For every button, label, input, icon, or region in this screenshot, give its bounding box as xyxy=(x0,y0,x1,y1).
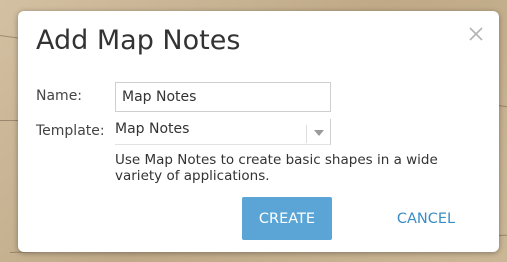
map-road-line xyxy=(0,120,20,121)
create-button[interactable]: CREATE xyxy=(242,197,332,240)
template-select[interactable]: Map Notes xyxy=(115,119,331,145)
dialog-title: Add Map Notes xyxy=(36,25,241,56)
template-select-value: Map Notes xyxy=(115,121,190,137)
cancel-button[interactable]: CANCEL xyxy=(380,197,472,240)
template-label: Template: xyxy=(36,123,105,139)
chevron-down-icon xyxy=(314,130,324,136)
close-button[interactable] xyxy=(465,23,489,47)
name-label: Name: xyxy=(36,88,83,104)
name-input[interactable] xyxy=(115,82,331,112)
template-dropdown-arrow[interactable] xyxy=(306,125,331,143)
template-description: Use Map Notes to create basic shapes in … xyxy=(115,152,438,184)
add-map-notes-dialog: Add Map Notes Name: Template: Map Notes … xyxy=(18,11,499,252)
close-icon xyxy=(469,27,483,41)
